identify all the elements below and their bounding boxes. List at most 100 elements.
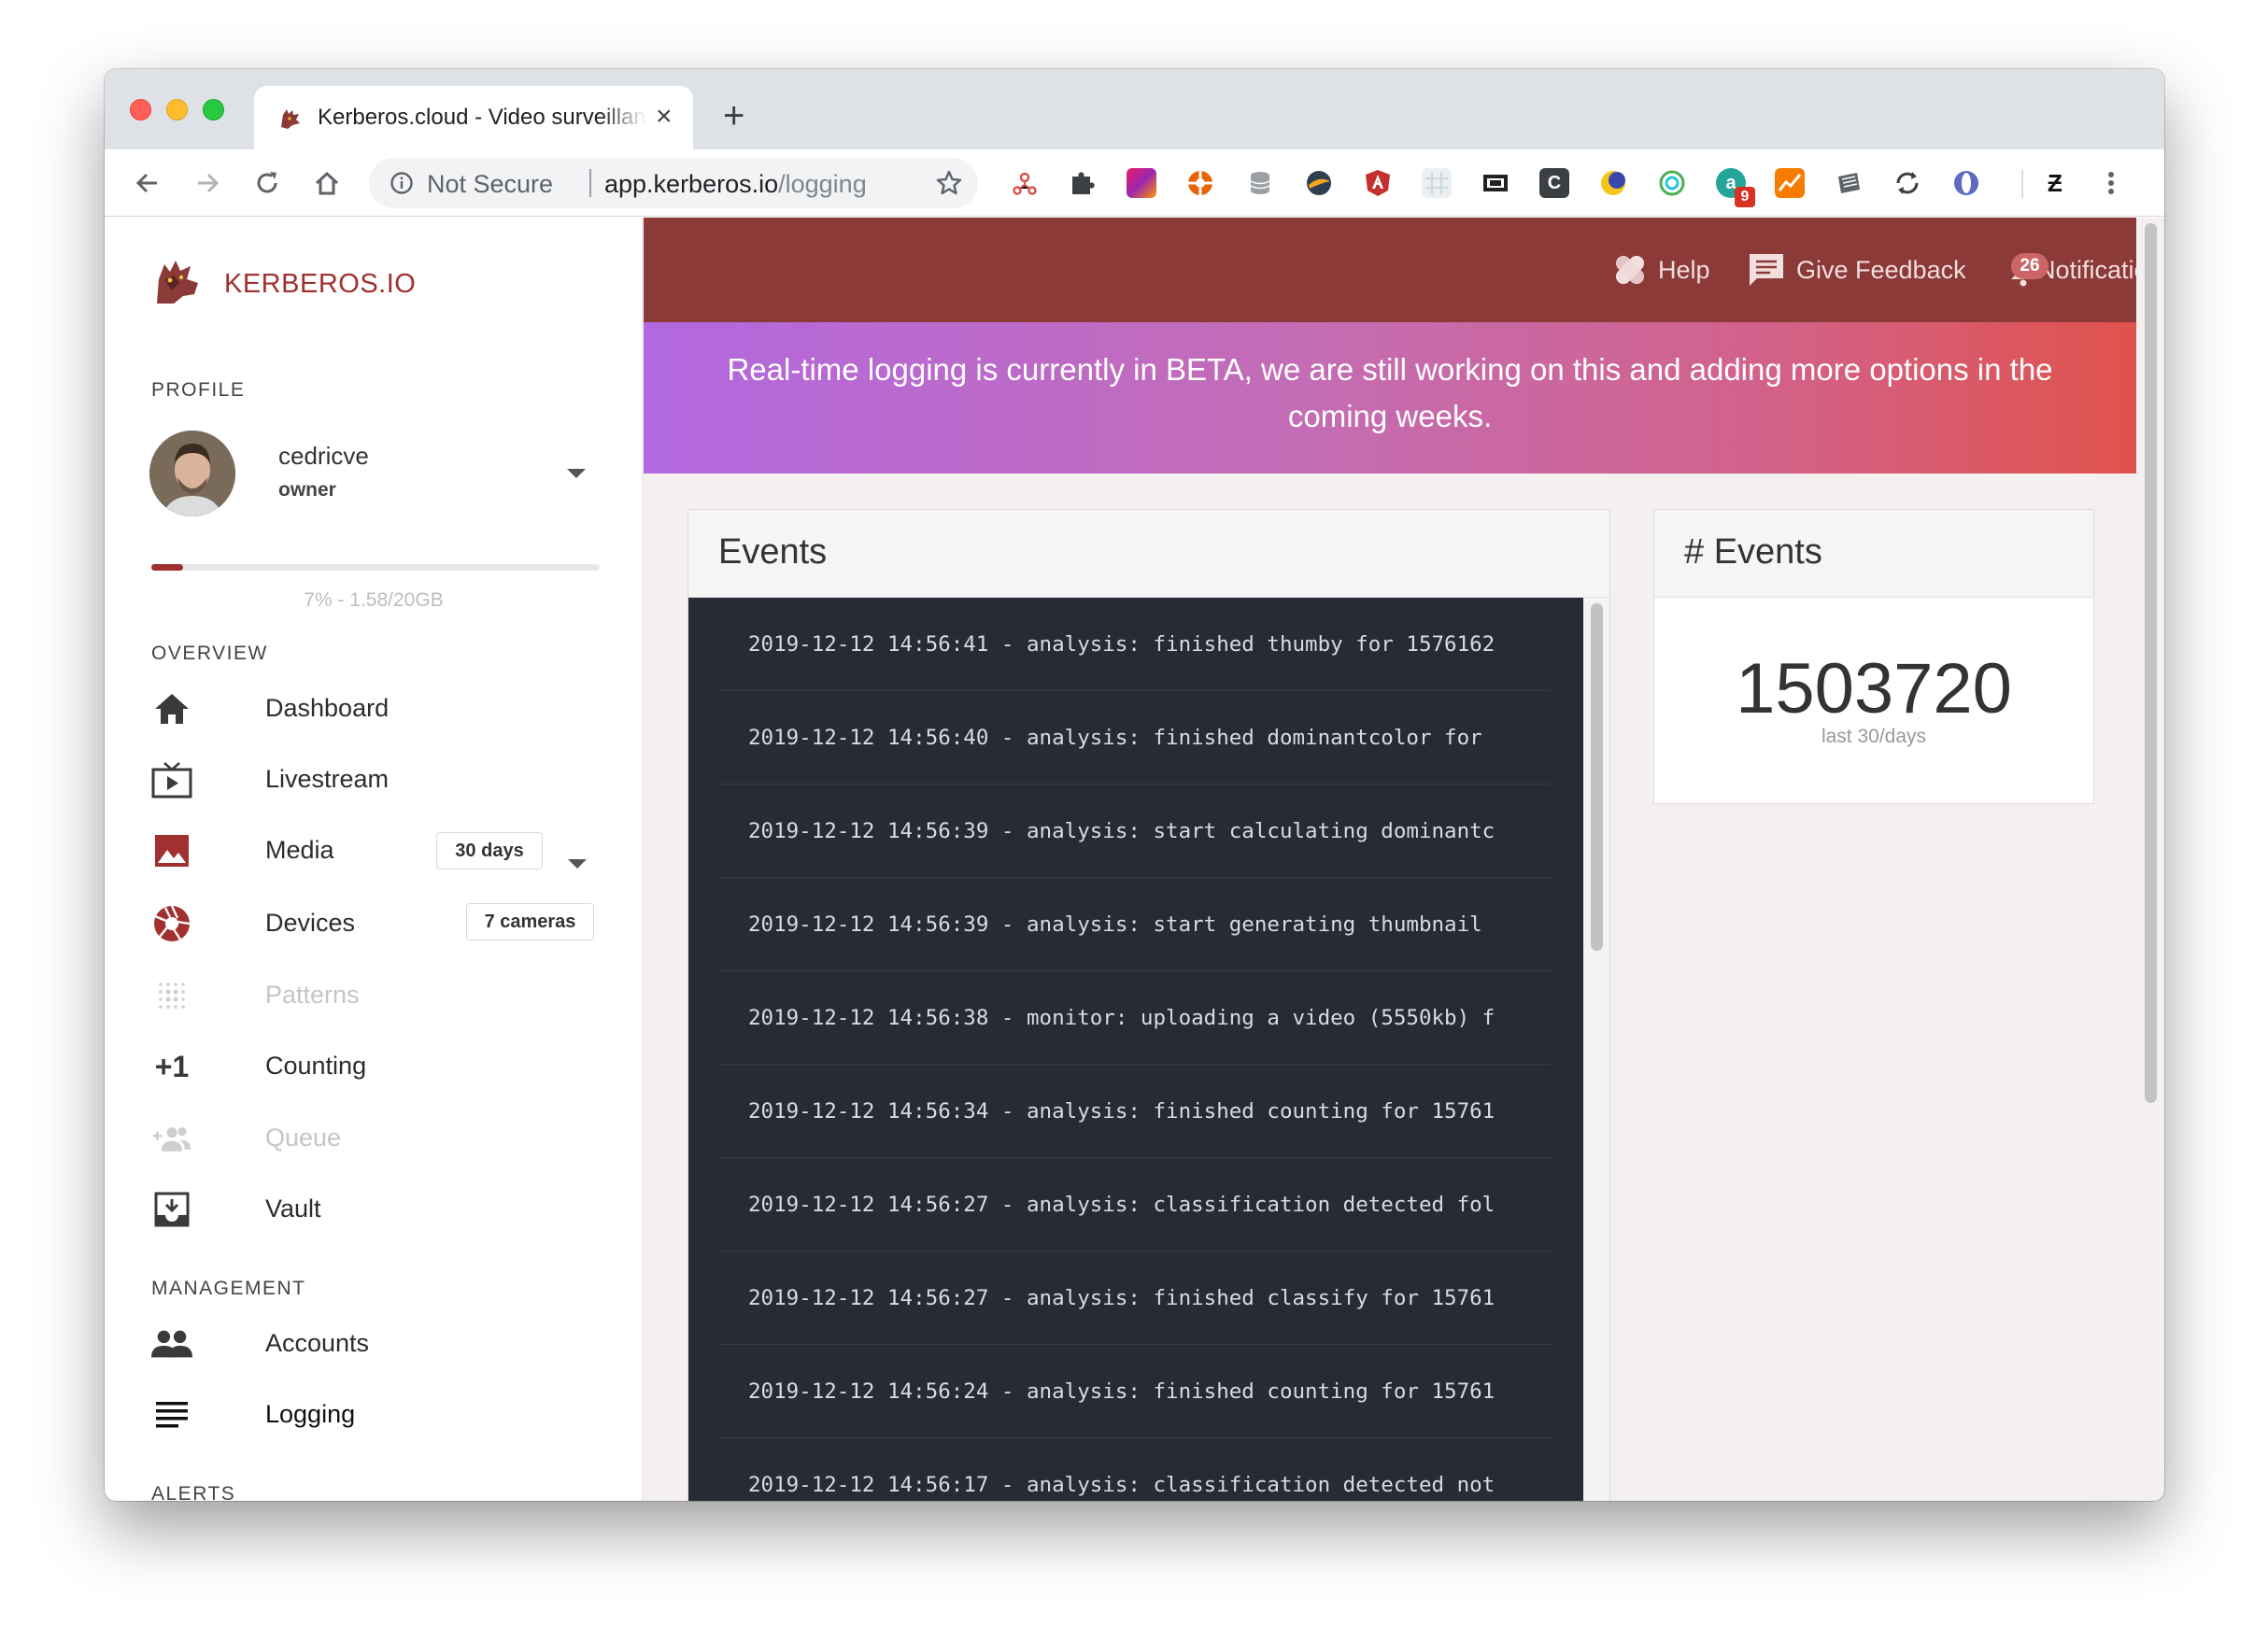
sidebar-item-logging[interactable]: Logging <box>151 1394 618 1435</box>
kerberos-logo-icon[interactable] <box>151 255 204 307</box>
help-link[interactable]: Help <box>1609 251 1710 289</box>
browser-window: Kerberos.cloud - Video surveillance × + … <box>105 69 2164 1501</box>
database-ext-icon[interactable] <box>1245 168 1275 198</box>
puzzle-ext-icon[interactable] <box>1068 168 1098 198</box>
sidebar-item-queue[interactable]: Queue <box>151 1118 618 1159</box>
sidebar-item-label: Vault <box>265 1195 321 1223</box>
main-content: Help Give Feedback Notifications 26 Real… <box>644 218 2164 1501</box>
alerts-heading: ALERTS <box>151 1483 236 1501</box>
plus-one-icon: +1 <box>154 1049 190 1083</box>
storage-usage-fill <box>151 564 183 571</box>
lifebuoy-ext-icon[interactable] <box>1185 168 1215 198</box>
minimize-window-button[interactable] <box>166 99 188 120</box>
security-label: Not Secure <box>427 170 554 198</box>
paper-ext-icon[interactable] <box>1834 168 1864 198</box>
people-icon <box>151 1325 192 1363</box>
device-count-badge: 7 cameras <box>466 903 594 940</box>
feedback-link[interactable]: Give Feedback <box>1748 251 1966 289</box>
sidebar-item-label: Livestream <box>265 765 390 793</box>
event-count-card: # Events 1503720 last 30/days <box>1653 509 2094 804</box>
gradient-ext-icon[interactable] <box>1127 168 1156 198</box>
tv-icon <box>151 761 192 799</box>
info-icon[interactable] <box>390 171 414 195</box>
help-label: Help <box>1658 255 1710 284</box>
sidebar-item-label: Accounts <box>265 1329 370 1357</box>
log-entry: 2019-12-12 14:56:41 - analysis: finished… <box>718 598 1552 691</box>
log-console[interactable]: 2019-12-12 14:56:41 - analysis: finished… <box>688 598 1583 1501</box>
forward-button[interactable] <box>191 166 224 200</box>
sidebar-item-media[interactable]: Media <box>151 830 618 871</box>
sync-ext-icon[interactable] <box>1892 168 1922 198</box>
management-heading: MANAGEMENT <box>151 1278 306 1299</box>
overview-heading: OVERVIEW <box>151 643 268 664</box>
back-button[interactable] <box>131 166 164 200</box>
sidebar-item-accounts[interactable]: Accounts <box>151 1323 618 1364</box>
sidebar-item-label: Logging <box>265 1400 356 1428</box>
sidebar-item-livestream[interactable]: Livestream <box>151 759 618 800</box>
bookmark-star-icon[interactable] <box>935 169 963 197</box>
url-host: app.kerberos.io <box>604 170 779 198</box>
storage-usage-label: 7% - 1.58/20GB <box>304 589 444 611</box>
log-entry: 2019-12-12 14:56:39 - analysis: start ca… <box>718 785 1552 878</box>
feedback-label: Give Feedback <box>1796 255 1966 284</box>
url-text: app.kerberos.io/logging <box>604 170 867 199</box>
sidebar-item-vault[interactable]: Vault <box>151 1189 618 1230</box>
media-range-badge[interactable]: 30 days <box>436 832 543 869</box>
tab-kerberos[interactable]: Kerberos.cloud - Video surveillance × <box>254 86 693 149</box>
extension-badge: 9 <box>1735 187 1755 207</box>
log-entry: 2019-12-12 14:56:38 - monitor: uploading… <box>718 971 1552 1065</box>
sidebar-item-label: Dashboard <box>265 694 390 722</box>
list-icon <box>151 1396 192 1434</box>
tab-strip: Kerberos.cloud - Video surveillance × + <box>105 69 2164 149</box>
top-bar: Help Give Feedback Notifications 26 <box>644 218 2164 322</box>
sidebar-item-patterns[interactable]: Patterns <box>151 975 618 1016</box>
events-card: Events 2019-12-12 14:56:41 - analysis: f… <box>687 509 1610 1501</box>
log-entry: 2019-12-12 14:56:24 - analysis: finished… <box>718 1345 1552 1438</box>
username: cedricve <box>278 442 369 470</box>
log-entry: 2019-12-12 14:56:39 - analysis: start ge… <box>718 878 1552 971</box>
avatar[interactable] <box>149 431 235 516</box>
address-divider <box>589 169 591 197</box>
chevron-down-icon[interactable] <box>567 469 586 478</box>
event-count-caption: last 30/days <box>1821 726 1927 747</box>
chart-ext-icon[interactable] <box>1775 168 1805 198</box>
app-root: KERBEROS.IO PROFILE cedricve owner 7% - … <box>105 218 2164 1501</box>
log-entry: 2019-12-12 14:56:40 - analysis: finished… <box>718 691 1552 785</box>
sidebar-item-counting[interactable]: +1 Counting <box>151 1046 618 1087</box>
z-ext-icon[interactable]: Ƶ <box>2040 168 2070 198</box>
screenshot-ext-icon[interactable] <box>1481 168 1510 198</box>
home-button[interactable] <box>310 166 344 200</box>
network-ext-icon[interactable] <box>1010 168 1040 198</box>
beta-banner: Real-time logging is currently in BETA, … <box>644 322 2136 474</box>
profile-heading: PROFILE <box>151 379 246 401</box>
moon-ext-icon[interactable] <box>1598 168 1628 198</box>
media-chevron-down-icon[interactable] <box>568 859 587 869</box>
c-ext-icon[interactable]: C <box>1539 168 1569 198</box>
grid-ext-icon[interactable] <box>1422 168 1452 198</box>
new-tab-button[interactable]: + <box>723 97 744 134</box>
log-scroll-thumb[interactable] <box>1591 603 1603 951</box>
bandage-icon <box>1615 255 1645 285</box>
maximize-window-button[interactable] <box>203 99 224 120</box>
orb-ext-icon[interactable] <box>1951 168 1981 198</box>
address-bar[interactable]: Not Secure app.kerberos.io/logging <box>369 158 978 208</box>
target-ext-icon[interactable] <box>1657 168 1687 198</box>
tab-close-icon[interactable]: × <box>656 103 673 131</box>
page-scroll-thumb[interactable] <box>2145 223 2157 1103</box>
event-count-header: # Events <box>1654 510 2093 598</box>
more-vertical-icon[interactable] <box>2096 168 2126 198</box>
arrow-left-icon <box>135 173 157 193</box>
camera-shutter-icon <box>151 905 192 942</box>
brand-name[interactable]: KERBEROS.IO <box>224 269 416 300</box>
kerberos-favicon-icon <box>281 109 300 129</box>
angular-ext-icon[interactable] <box>1363 168 1393 198</box>
reload-icon <box>257 172 277 193</box>
browser-toolbar: Not Secure app.kerberos.io/logging C a 9… <box>105 149 2164 217</box>
sidebar-item-label: Patterns <box>265 981 360 1009</box>
reload-button[interactable] <box>250 166 284 200</box>
stormy-ext-icon[interactable] <box>1304 168 1334 198</box>
event-count-value: 1503720 <box>1736 649 2012 728</box>
sidebar-item-dashboard[interactable]: Dashboard <box>151 688 618 729</box>
event-count-title: # Events <box>1684 532 1822 572</box>
close-window-button[interactable] <box>130 99 151 120</box>
